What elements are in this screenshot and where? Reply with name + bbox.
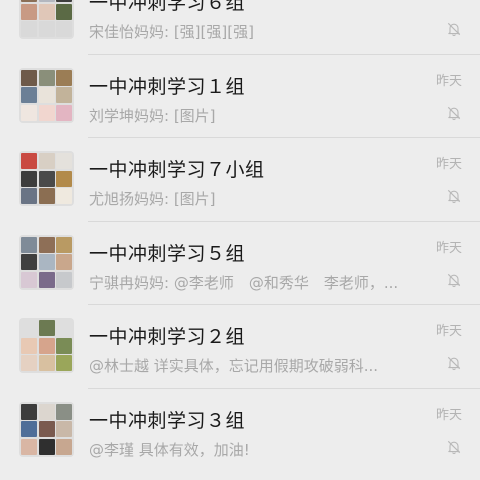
member-avatar	[38, 355, 55, 371]
chat-preview: @林士越 详实具体，忘记用假期攻破弱科...	[89, 357, 379, 375]
member-avatar	[38, 320, 55, 336]
chat-title: 一中冲刺学习１组	[89, 75, 246, 98]
member-avatar	[21, 438, 37, 455]
chat-preview: 宋佳怡妈妈: [强][强][强]	[89, 23, 254, 41]
chat-time: 昨天	[435, 157, 462, 172]
member-avatar	[21, 69, 37, 86]
member-avatar	[21, 3, 37, 20]
member-avatar	[21, 104, 37, 121]
chat-row-group-5[interactable]: 一中冲刺学习５组 宁骐冉妈妈: @李老师 @和秀华 李老师，... 昨天	[0, 220, 480, 305]
member-avatar	[56, 254, 72, 270]
member-avatar	[21, 188, 37, 204]
bell-off-icon	[447, 189, 461, 204]
chat-title: 一中冲刺学习３组	[89, 409, 246, 432]
member-avatar	[38, 421, 55, 437]
bell-off-icon	[447, 356, 461, 371]
member-avatar	[21, 236, 37, 253]
member-avatar	[56, 320, 72, 336]
chat-title: 一中冲刺学习７小组	[89, 159, 265, 181]
member-avatar	[56, 153, 72, 169]
chat-row-group-1[interactable]: 一中冲刺学习１组 刘学坤妈妈: [图片] 昨天	[0, 53, 480, 138]
bell-off-icon	[447, 106, 461, 120]
chat-row-group-7[interactable]: 一中冲刺学习７小组 尤旭扬妈妈: [图片] 昨天	[0, 137, 480, 221]
member-avatar	[56, 421, 72, 437]
member-avatar	[56, 69, 72, 86]
member-avatar	[21, 153, 37, 169]
member-avatar	[38, 87, 55, 103]
member-avatar	[38, 0, 55, 2]
bell-off-icon	[447, 273, 461, 287]
member-avatar	[56, 271, 72, 288]
member-avatar	[56, 0, 72, 2]
chat-title: 一中冲刺学习６组	[89, 0, 246, 14]
member-avatar	[21, 403, 37, 420]
member-avatar	[56, 170, 72, 187]
member-avatar	[38, 104, 55, 121]
group-avatar[interactable]	[19, 318, 74, 373]
chat-preview: 刘学坤妈妈: [图片]	[89, 106, 216, 125]
member-avatar	[56, 438, 72, 455]
chat-row-group-2[interactable]: 一中冲刺学习２组 @林士越 详实具体，忘记用假期攻破弱科... 昨天	[0, 304, 480, 388]
member-avatar	[56, 236, 72, 253]
member-avatar	[56, 87, 72, 103]
chat-time: 昨天	[435, 407, 462, 423]
member-avatar	[38, 3, 55, 20]
chat-preview: 宁骐冉妈妈: @李老师 @和秀华 李老师，...	[89, 273, 399, 292]
member-avatar	[38, 153, 55, 169]
group-avatar[interactable]	[19, 234, 74, 290]
member-avatar	[21, 21, 37, 37]
chat-list: 一中冲刺学习６组 宋佳怡妈妈: [强][强][强] 一中冲刺学习１组 刘学坤妈妈…	[0, 0, 480, 471]
member-avatar	[38, 21, 55, 37]
member-avatar	[38, 337, 55, 354]
chat-time: 昨天	[435, 73, 462, 89]
member-avatar	[38, 254, 55, 270]
member-avatar	[38, 438, 55, 455]
member-avatar	[21, 320, 37, 336]
chat-preview: 尤旭扬妈妈: [图片]	[89, 190, 216, 208]
member-avatar	[38, 188, 55, 204]
member-avatar	[21, 271, 37, 288]
member-avatar	[56, 355, 72, 371]
chat-row-group-3[interactable]: 一中冲刺学习３组 @李瑾 具体有效，加油! 昨天	[0, 387, 480, 472]
member-avatar	[21, 355, 37, 371]
member-avatar	[21, 0, 37, 2]
group-avatar[interactable]	[19, 151, 74, 206]
member-avatar	[56, 21, 72, 37]
chat-row-group-6[interactable]: 一中冲刺学习６组 宋佳怡妈妈: [强][强][强]	[0, 0, 480, 54]
chat-time: 昨天	[435, 324, 462, 339]
chat-title: 一中冲刺学习２组	[89, 326, 246, 348]
member-avatar	[21, 170, 37, 187]
member-avatar	[56, 337, 72, 354]
group-avatar[interactable]	[19, 401, 74, 457]
member-avatar	[21, 421, 37, 437]
chat-time: 昨天	[435, 240, 462, 256]
bell-off-icon	[447, 22, 461, 37]
group-avatar[interactable]	[19, 67, 74, 123]
member-avatar	[21, 254, 37, 270]
member-avatar	[21, 337, 37, 354]
member-avatar	[56, 403, 72, 420]
member-avatar	[56, 3, 72, 20]
member-avatar	[38, 236, 55, 253]
member-avatar	[38, 69, 55, 86]
chat-title: 一中冲刺学习５组	[89, 242, 246, 265]
member-avatar	[38, 403, 55, 420]
member-avatar	[21, 87, 37, 103]
member-avatar	[38, 271, 55, 288]
bell-off-icon	[447, 440, 461, 454]
chat-preview: @李瑾 具体有效，加油!	[89, 440, 250, 459]
member-avatar	[38, 170, 55, 187]
member-avatar	[56, 188, 72, 204]
member-avatar	[56, 104, 72, 121]
group-avatar[interactable]	[19, 0, 74, 39]
